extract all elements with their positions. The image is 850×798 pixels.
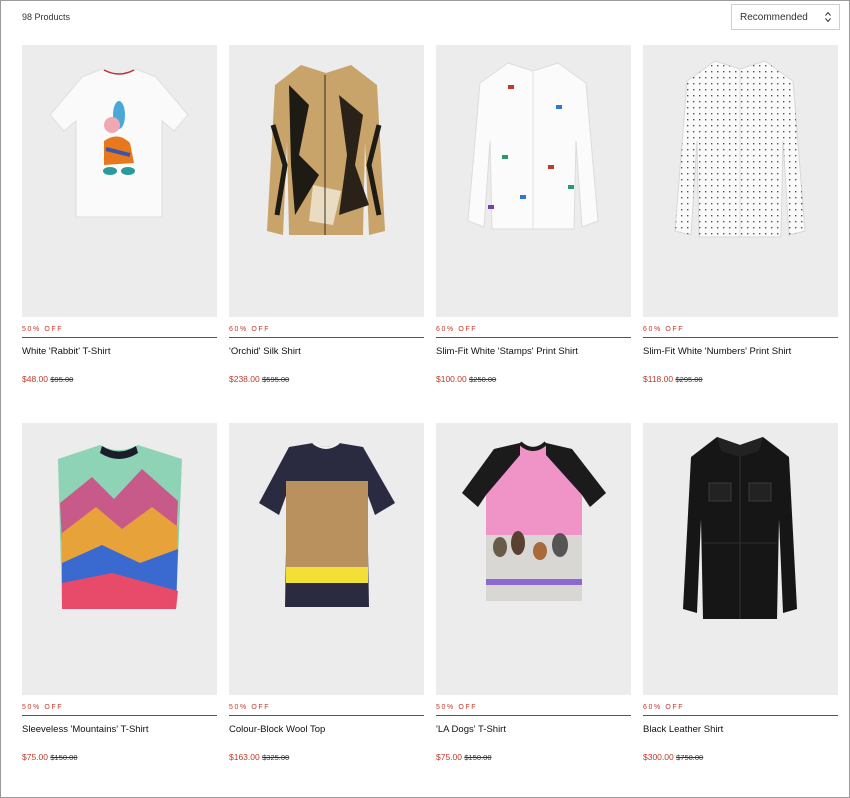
- original-price: $250.00: [469, 375, 497, 384]
- original-price: $150.00: [50, 753, 78, 762]
- divider: [643, 337, 838, 338]
- divider: [436, 337, 631, 338]
- product-name[interactable]: White 'Rabbit' T-Shirt: [22, 346, 110, 357]
- product-card[interactable]: 60% OFF Black Leather Shirt $300.00 $750…: [643, 423, 838, 762]
- original-price: $750.00: [676, 753, 704, 762]
- product-listing-page: 98 Products Recommended 50% OFF White 'R…: [0, 0, 850, 798]
- product-card[interactable]: 50% OFF White 'Rabbit' T-Shirt $48.00 $9…: [22, 45, 217, 384]
- original-price: $325.00: [262, 753, 290, 762]
- original-price: $595.00: [262, 375, 290, 384]
- original-price: $150.00: [464, 753, 492, 762]
- discount-badge: 60% OFF: [643, 704, 685, 711]
- sale-price: $163.00: [229, 752, 260, 762]
- product-name[interactable]: 'LA Dogs' T-Shirt: [436, 724, 506, 735]
- product-image[interactable]: [229, 423, 424, 695]
- sale-price: $118.00: [643, 374, 674, 384]
- discount-badge: 60% OFF: [643, 326, 685, 333]
- discount-badge: 60% OFF: [436, 326, 478, 333]
- product-price: $75.00 $150.00: [436, 752, 492, 762]
- product-name[interactable]: Slim-Fit White 'Numbers' Print Shirt: [643, 346, 791, 357]
- discount-badge: 50% OFF: [229, 704, 271, 711]
- product-name[interactable]: 'Orchid' Silk Shirt: [229, 346, 301, 357]
- product-price: $300.00 $750.00: [643, 752, 703, 762]
- product-name[interactable]: Sleeveless 'Mountains' T-Shirt: [22, 724, 148, 735]
- discount-badge: 50% OFF: [22, 326, 64, 333]
- product-image[interactable]: [22, 423, 217, 695]
- sale-price: $100.00: [436, 374, 467, 384]
- product-card[interactable]: 50% OFF Sleeveless 'Mountains' T-Shirt $…: [22, 423, 217, 762]
- original-price: $95.00: [50, 375, 74, 384]
- discount-badge: 60% OFF: [229, 326, 271, 333]
- original-price: $295.00: [675, 375, 703, 384]
- sort-chevron-icon: [825, 11, 831, 23]
- product-card[interactable]: 60% OFF 'Orchid' Silk Shirt $238.00 $595…: [229, 45, 424, 384]
- divider: [229, 337, 424, 338]
- divider: [22, 715, 217, 716]
- sort-selected-value: Recommended: [740, 11, 808, 23]
- product-card[interactable]: 50% OFF 'LA Dogs' T-Shirt $75.00 $150.00: [436, 423, 631, 762]
- product-image[interactable]: [436, 45, 631, 317]
- discount-badge: 50% OFF: [436, 704, 478, 711]
- sale-price: $75.00: [436, 752, 462, 762]
- sort-select[interactable]: Recommended: [731, 4, 840, 30]
- discount-badge: 50% OFF: [22, 704, 64, 711]
- sale-price: $75.00: [22, 752, 48, 762]
- product-name[interactable]: Black Leather Shirt: [643, 724, 723, 735]
- product-price: $118.00 $295.00: [643, 374, 703, 384]
- product-name[interactable]: Slim-Fit White 'Stamps' Print Shirt: [436, 346, 578, 357]
- product-price: $75.00 $150.00: [22, 752, 78, 762]
- product-count: 98 Products: [22, 12, 71, 22]
- product-name[interactable]: Colour-Block Wool Top: [229, 724, 325, 735]
- product-card[interactable]: 60% OFF Slim-Fit White 'Stamps' Print Sh…: [436, 45, 631, 384]
- product-price: $238.00 $595.00: [229, 374, 289, 384]
- divider: [643, 715, 838, 716]
- product-image[interactable]: [643, 423, 838, 695]
- product-price: $163.00 $325.00: [229, 752, 289, 762]
- product-price: $48.00 $95.00: [22, 374, 73, 384]
- product-card[interactable]: 50% OFF Colour-Block Wool Top $163.00 $3…: [229, 423, 424, 762]
- product-price: $100.00 $250.00: [436, 374, 496, 384]
- product-image[interactable]: [643, 45, 838, 317]
- divider: [229, 715, 424, 716]
- sale-price: $300.00: [643, 752, 674, 762]
- product-card[interactable]: 60% OFF Slim-Fit White 'Numbers' Print S…: [643, 45, 838, 384]
- divider: [436, 715, 631, 716]
- sale-price: $48.00: [22, 374, 48, 384]
- divider: [22, 337, 217, 338]
- product-image[interactable]: [229, 45, 424, 317]
- product-image[interactable]: [436, 423, 631, 695]
- product-image[interactable]: [22, 45, 217, 317]
- sale-price: $238.00: [229, 374, 260, 384]
